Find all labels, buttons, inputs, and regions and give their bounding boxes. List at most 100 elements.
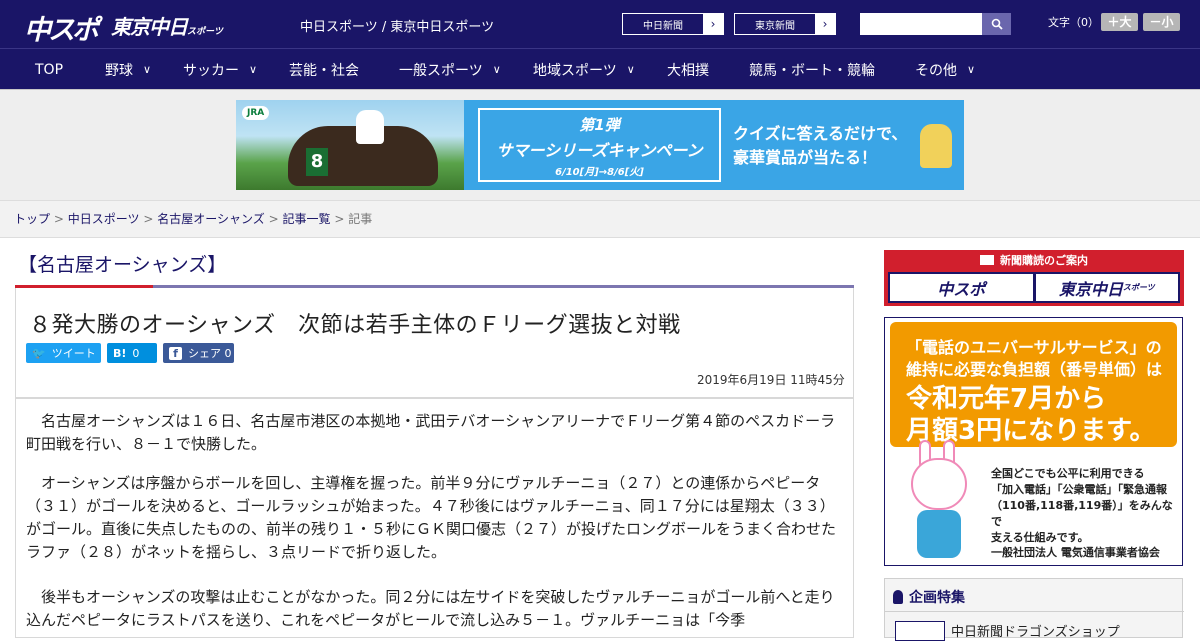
- breadcrumb-sep: >: [53, 212, 64, 226]
- ribbon-icon: [893, 590, 903, 604]
- tweet-button[interactable]: 🐦 ツイート: [26, 343, 101, 363]
- facebook-icon: f: [169, 346, 182, 360]
- tagline-2: 豪華賞品が当たる！: [733, 148, 878, 167]
- search-input[interactable]: [860, 13, 982, 35]
- feature-item-dragons-shop[interactable]: 中日新聞ドラゴンズショップ: [951, 621, 1120, 640]
- nav-entertainment[interactable]: 芸能・社会: [289, 49, 359, 90]
- font-larger-button[interactable]: ＋大: [1101, 13, 1138, 31]
- saddle-number: 8: [306, 148, 328, 176]
- twitter-icon: 🐦: [32, 346, 46, 360]
- feature-title-text: 企画特集: [909, 590, 965, 606]
- tweet-label: ツイート: [51, 347, 96, 360]
- subscribe-chuspo[interactable]: 中スポ: [890, 274, 1033, 301]
- tokyo-chunichi-logo[interactable]: 東京中日スポーツ: [111, 11, 223, 40]
- universal-service-ad[interactable]: 「電話のユニバーサルサービス」の 維持に必要な負担額（番号単価）は 令和元年7月…: [884, 317, 1183, 566]
- nav-label: 芸能・社会: [289, 62, 359, 79]
- rabbit-body: [917, 510, 961, 558]
- nav-local-sports[interactable]: 地域スポーツ ∨: [533, 49, 635, 90]
- nav-sumo[interactable]: 大相撲: [667, 49, 709, 90]
- universal-description: 全国どこでも公平に利用できる 「加入電話」「公衆電話」「緊急通報 （110番,1…: [991, 466, 1182, 546]
- hatena-count: 0: [132, 346, 140, 360]
- jockey-image: [356, 110, 384, 144]
- breadcrumb-current: 記事: [348, 212, 373, 226]
- subscribe-tokyo-chunichi-text: 東京中日: [1058, 279, 1123, 299]
- campaign-line1: 第1弾: [579, 116, 620, 134]
- feature-divider: [885, 611, 1184, 612]
- breadcrumb-chunichi-sports[interactable]: 中日スポーツ: [68, 212, 140, 226]
- tokyo-shimbun-label: 東京新聞: [755, 20, 795, 32]
- jra-ad-banner[interactable]: 8 JRA 第1弾 サマーシリーズキャンペーン 6/10[月]→8/6[火] ク…: [236, 100, 964, 190]
- category-title: 【名古屋オーシャンズ】: [18, 254, 227, 276]
- breadcrumb-sep: >: [268, 212, 279, 226]
- breadcrumb-top[interactable]: トップ: [14, 212, 50, 226]
- rabbit-mascot: [899, 440, 979, 562]
- nav-keiba[interactable]: 競馬・ボート・競輪: [749, 49, 875, 90]
- hatena-button[interactable]: B! 0: [107, 343, 157, 363]
- chevron-down-icon: ∨: [249, 63, 258, 76]
- article-headline: ８発大勝のオーシャンズ 次節は若手主体のＦリーグ選抜と対戦: [29, 313, 681, 338]
- chevron-right-icon: ›: [703, 14, 723, 34]
- chevron-right-icon: ›: [815, 14, 835, 34]
- chuspo-logo[interactable]: 中スポ: [24, 8, 99, 47]
- campaign-dates: 6/10[月]→8/6[火]: [555, 167, 644, 178]
- universal-desc-line: 「加入電話」「公衆電話」「緊急通報: [991, 483, 1167, 496]
- breadcrumb-sep: >: [143, 212, 154, 226]
- universal-line1: 「電話のユニバーサルサービス」の: [906, 338, 1162, 357]
- breadcrumb: トップ > 中日スポーツ > 名古屋オーシャンズ > 記事一覧 > 記事: [14, 210, 372, 227]
- article-paragraph: オーシャンズは序盤からボールを回し、主導権を握った。前半９分にヴァルチーニョ（２…: [26, 474, 837, 561]
- article-paragraph: 名古屋オーシャンズは１６日、名古屋市港区の本拠地・武田テバオーシャンアリーナでＦ…: [26, 412, 836, 453]
- tokyo-chunichi-logo-text: 東京中日: [111, 15, 188, 39]
- nav-label: 大相撲: [667, 62, 709, 79]
- chevron-down-icon: ∨: [626, 63, 635, 76]
- chevron-down-icon: ∨: [143, 63, 152, 76]
- nav-other[interactable]: その他 ∨: [915, 49, 975, 90]
- feature-title: 企画特集: [893, 587, 965, 607]
- subscription-banner[interactable]: 新聞購読のご案内 中スポ 東京中日 スポーツ: [884, 250, 1184, 306]
- article-date: 2019年6月19日 11時45分: [697, 373, 845, 387]
- tagline-1: クイズに答えるだけで、: [733, 124, 908, 143]
- search-box: [860, 13, 1011, 35]
- nav-label: 競馬・ボート・競輪: [749, 62, 875, 79]
- search-icon: [991, 18, 1003, 30]
- font-smaller-button[interactable]: －小: [1143, 13, 1180, 31]
- nav-label: 野球: [105, 62, 133, 79]
- subscribe-tokyo-chunichi-small: スポーツ: [1122, 283, 1155, 292]
- nav-label: TOP: [35, 61, 64, 78]
- top-header: 中スポ 東京中日スポーツ 中日スポーツ / 東京中日スポーツ 中日新聞 › 東京…: [0, 0, 1200, 48]
- nav-label: 一般スポーツ: [399, 62, 483, 79]
- subscribe-tokyo-chunichi[interactable]: 東京中日 スポーツ: [1035, 274, 1178, 301]
- subscription-header: 新聞購読のご案内: [884, 250, 1184, 270]
- nav-soccer[interactable]: サッカー ∨: [183, 49, 257, 90]
- nav-label: 地域スポーツ: [533, 62, 617, 79]
- breadcrumb-article-list[interactable]: 記事一覧: [282, 212, 330, 226]
- breadcrumb-oceans[interactable]: 名古屋オーシャンズ: [157, 212, 265, 226]
- breadcrumb-sep: >: [334, 212, 345, 226]
- main-nav: TOP 野球 ∨ サッカー ∨ 芸能・社会 一般スポーツ ∨ 地域スポーツ ∨ 大相撲 …: [0, 48, 1200, 89]
- universal-org: 一般社団法人 電気通信事業者協会: [991, 546, 1160, 559]
- universal-line2: 維持に必要な負担額（番号単価）は: [906, 360, 1163, 379]
- nav-general-sports[interactable]: 一般スポーツ ∨: [399, 49, 501, 90]
- tokyo-shimbun-link[interactable]: 東京新聞 ›: [734, 13, 836, 35]
- nav-label: その他: [915, 62, 957, 79]
- feature-section: 企画特集 中日新聞ドラゴンズショップ: [884, 578, 1184, 641]
- chevron-down-icon: ∨: [967, 63, 976, 76]
- search-button[interactable]: [982, 13, 1011, 35]
- nav-baseball[interactable]: 野球 ∨: [105, 49, 151, 90]
- nav-top[interactable]: TOP: [35, 49, 63, 90]
- tokyo-chunichi-logo-small: スポーツ: [187, 27, 223, 37]
- campaign-tagline: クイズに答えるだけで、 豪華賞品が当たる！: [733, 122, 907, 170]
- subscription-title: 新聞購読のご案内: [1000, 254, 1088, 267]
- universal-desc-line: （110番,118番,119番）」をみんなで: [991, 499, 1173, 528]
- newspaper-icon: [980, 255, 994, 265]
- chevron-down-icon: ∨: [492, 63, 501, 76]
- font-size-label: 文字（0）: [1048, 16, 1099, 29]
- campaign-line2: サマーシリーズキャンペーン: [496, 141, 703, 160]
- nav-label: サッカー: [183, 62, 239, 79]
- feature-thumbnail[interactable]: [895, 621, 945, 641]
- trophy-icon: [920, 124, 952, 168]
- facebook-share-button[interactable]: f シェア 0: [163, 343, 234, 363]
- chunichi-shimbun-link[interactable]: 中日新聞 ›: [622, 13, 724, 35]
- facebook-label: シェア: [188, 347, 221, 360]
- site-links[interactable]: 中日スポーツ / 東京中日スポーツ: [300, 16, 494, 35]
- campaign-box: 第1弾 サマーシリーズキャンペーン 6/10[月]→8/6[火]: [478, 108, 721, 182]
